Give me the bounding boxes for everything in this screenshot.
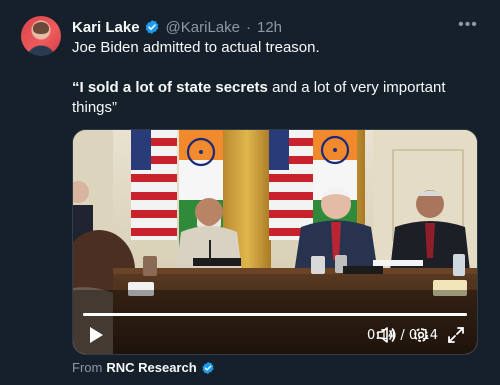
verified-badge-icon	[202, 361, 214, 374]
tweet-quote: “I sold a lot of state secrets and a lot…	[72, 78, 472, 118]
video-progress-fill	[83, 313, 467, 316]
quote-bold: “I sold a lot of state secrets	[72, 79, 268, 96]
tweet-line-1: Joe Biden admitted to actual treason.	[72, 39, 320, 56]
source-attribution: From RNC Research	[72, 360, 215, 375]
source-prefix: From	[72, 360, 103, 375]
author-name[interactable]: Kari Lake	[72, 19, 140, 36]
post-timestamp[interactable]: 12h	[257, 19, 282, 36]
play-icon[interactable]	[87, 326, 105, 344]
video-frame	[73, 130, 477, 354]
volume-icon[interactable]	[377, 326, 397, 344]
fullscreen-icon[interactable]	[447, 326, 465, 344]
header-separator: ·	[245, 18, 251, 36]
source-name[interactable]: RNC Research	[106, 360, 196, 375]
verified-badge-icon	[145, 20, 158, 34]
tweet: Kari Lake @KariLake · 12h ••• Joe Biden …	[0, 0, 500, 385]
author-handle[interactable]: @KariLake	[166, 19, 240, 36]
tweet-header: Kari Lake @KariLake · 12h	[72, 17, 282, 37]
video-player[interactable]: 0:14 / 0:14	[72, 129, 478, 355]
more-options-icon[interactable]: •••	[456, 16, 480, 36]
tweet-text: Joe Biden admitted to actual treason. “I…	[72, 38, 472, 118]
author-avatar[interactable]	[21, 16, 61, 56]
settings-icon[interactable]	[412, 326, 430, 344]
video-progress-bar[interactable]	[83, 313, 467, 316]
